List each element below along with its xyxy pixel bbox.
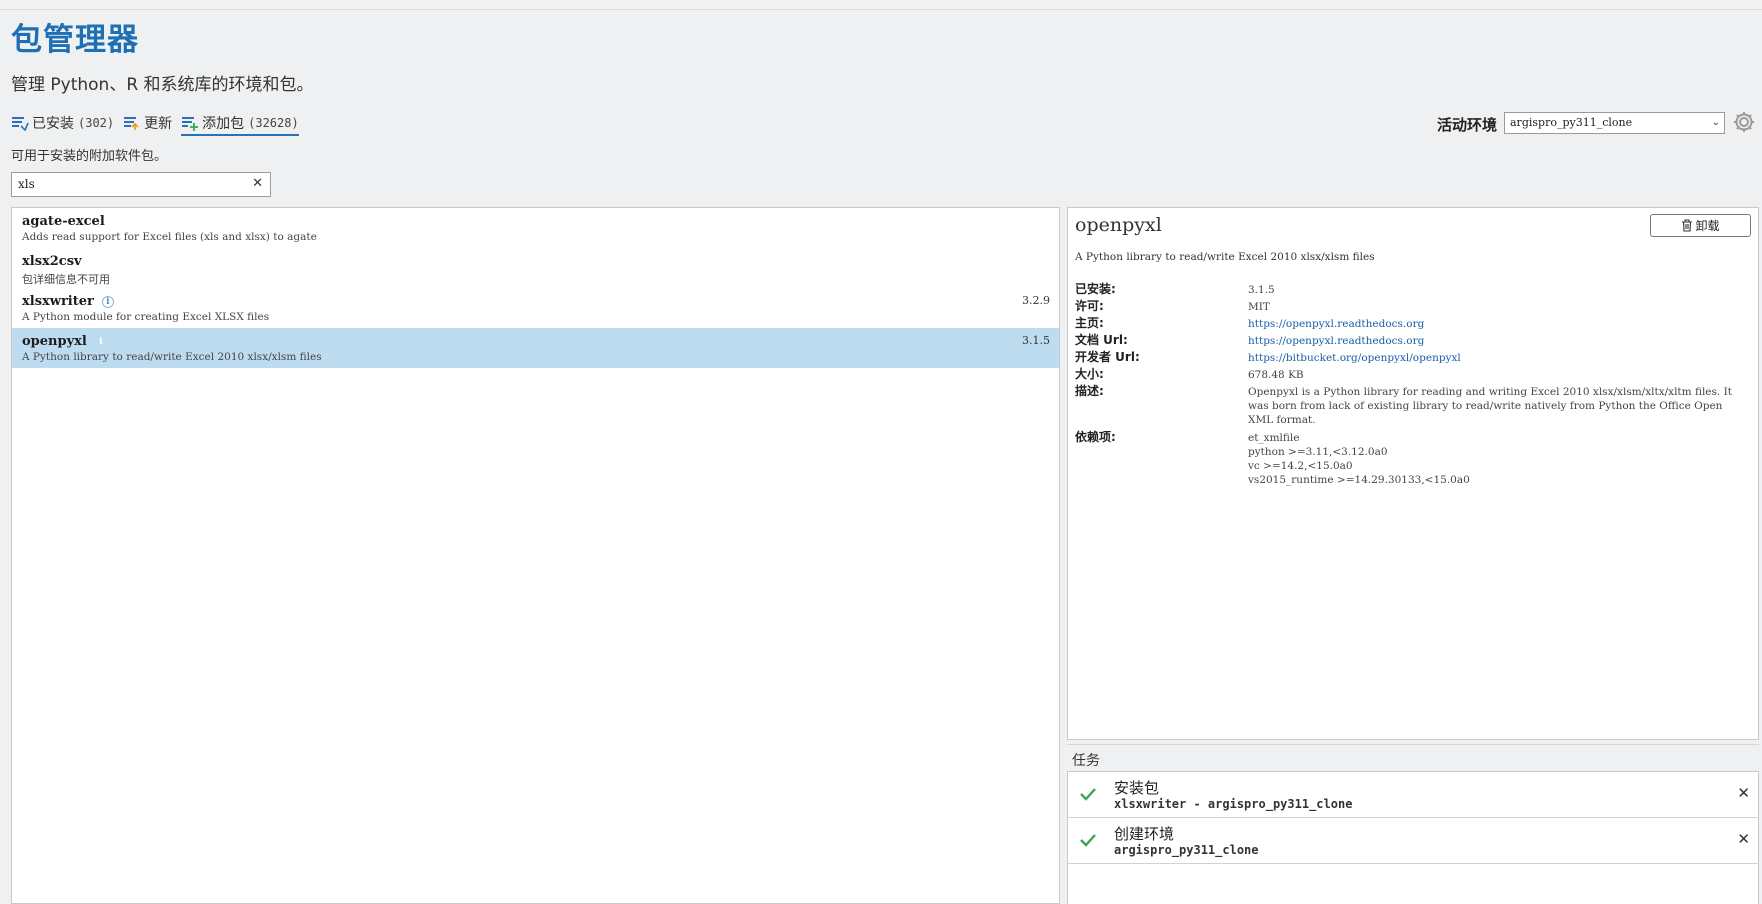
package-name: xlsxwriter (22, 294, 94, 309)
trash-icon (1682, 219, 1693, 232)
package-name-row: xlsxwriter i (22, 294, 1049, 309)
tab-updates[interactable]: 更新 (123, 113, 172, 136)
task-item: 创建环境 argispro_py311_clone ✕ (1068, 818, 1758, 864)
tab-installed-count: (302) (78, 115, 115, 130)
list-item[interactable]: agate-excel Adds read support for Excel … (12, 208, 1059, 248)
task-subtitle: argispro_py311_clone (1114, 843, 1259, 857)
update-list-icon (124, 116, 139, 130)
package-search-input[interactable]: xls ✕ (11, 172, 271, 197)
uninstall-button[interactable]: 卸载 (1650, 214, 1751, 237)
package-description: A Python library to read/write Excel 201… (22, 351, 322, 363)
dependency-item: vc >=14.2,<15.0a0 (1248, 460, 1353, 472)
task-item: 安装包 xlsxwriter - argispro_py311_clone ✕ (1068, 772, 1758, 818)
active-environment-label: 活动环境 (1437, 116, 1498, 134)
gear-icon[interactable] (1732, 110, 1756, 134)
prop-dependencies: 依赖项: et_xmlfile python >=3.11,<3.12.0a0 … (1075, 429, 1750, 487)
prop-description: 描述: Openpyxl is a Python library for rea… (1075, 384, 1732, 426)
info-icon[interactable]: i (101, 295, 114, 308)
package-description: 包详细信息不可用 (22, 273, 110, 286)
close-icon[interactable]: ✕ (1737, 784, 1750, 802)
checkmark-icon (1080, 788, 1096, 801)
prop-size: 大小: 678.48 KB (1075, 367, 1304, 381)
task-title: 安装包 (1114, 779, 1160, 797)
task-subtitle: xlsxwriter - argispro_py311_clone (1114, 797, 1353, 811)
dependency-item: et_xmlfile (1248, 432, 1300, 444)
package-version: 3.1.5 (1022, 334, 1050, 347)
package-name: agate-excel (22, 214, 105, 229)
available-packages-hint: 可用于安装的附加软件包。 (11, 149, 168, 164)
homepage-link[interactable]: https://openpyxl.readthedocs.org (1248, 315, 1750, 332)
search-value: xls (18, 177, 35, 191)
package-description: Adds read support for Excel files (xls a… (22, 231, 317, 243)
package-name: xlsx2csv (22, 254, 82, 269)
dev-url-link[interactable]: https://bitbucket.org/openpyxl/openpyxl (1248, 349, 1750, 366)
package-name: openpyxl (22, 334, 87, 349)
clear-search-icon[interactable]: ✕ (252, 176, 263, 191)
list-item-selected[interactable]: openpyxl i A Python library to read/writ… (12, 328, 1059, 368)
prop-dev-url: 开发者 Url: https://bitbucket.org/openpyxl/… (1075, 349, 1750, 366)
prop-doc-url: 文档 Url: https://openpyxl.readthedocs.org (1075, 332, 1750, 349)
chevron-down-icon: ⌄ (1711, 117, 1720, 128)
package-list: agate-excel Adds read support for Excel … (11, 207, 1060, 904)
tab-installed-label: 已安装 (32, 115, 74, 132)
detail-summary: A Python library to read/write Excel 201… (1075, 251, 1375, 263)
package-tabs: 已安装 (302) 更新 添加包 (32628) (11, 112, 308, 136)
list-item[interactable]: xlsx2csv 包详细信息不可用 (12, 248, 1059, 288)
doc-url-link[interactable]: https://openpyxl.readthedocs.org (1248, 332, 1750, 349)
tab-add-packages[interactable]: 添加包 (32628) (181, 113, 299, 136)
tasks-divider (1067, 744, 1759, 745)
detail-properties: 已安装: 3.1.5 许可: MIT 主页: https://openpyxl.… (1075, 281, 1750, 487)
package-version: 3.2.9 (1022, 294, 1050, 307)
tasks-list: 安装包 xlsxwriter - argispro_py311_clone ✕ … (1067, 771, 1759, 904)
window-top-strip (0, 0, 1762, 10)
installed-list-icon (12, 116, 29, 131)
active-environment-dropdown[interactable]: argispro_py311_clone ⌄ (1504, 112, 1725, 134)
info-icon[interactable]: i (95, 336, 107, 348)
prop-installed: 已安装: 3.1.5 (1075, 282, 1275, 296)
prop-homepage: 主页: https://openpyxl.readthedocs.org (1075, 315, 1750, 332)
tab-installed[interactable]: 已安装 (302) (11, 113, 114, 136)
list-item[interactable]: xlsxwriter i A Python module for creatin… (12, 288, 1059, 328)
detail-package-name: openpyxl (1075, 214, 1162, 236)
tab-add-packages-count: (32628) (248, 115, 299, 130)
close-icon[interactable]: ✕ (1737, 830, 1750, 848)
prop-license: 许可: MIT (1075, 299, 1270, 313)
active-environment-value: argispro_py311_clone (1510, 116, 1633, 129)
page-subtitle: 管理 Python、R 和系统库的环境和包。 (11, 75, 314, 95)
task-title: 创建环境 (1114, 825, 1175, 843)
package-name-row: openpyxl i (22, 334, 1049, 349)
add-package-icon (182, 116, 199, 131)
uninstall-label: 卸载 (1695, 219, 1720, 233)
package-detail-panel: openpyxl 卸载 A Python library to read/wri… (1067, 207, 1759, 740)
dependency-item: vs2015_runtime >=14.29.30133,<15.0a0 (1248, 474, 1470, 486)
dependency-item: python >=3.11,<3.12.0a0 (1248, 446, 1388, 458)
checkmark-icon (1080, 834, 1096, 847)
tab-add-packages-label: 添加包 (202, 115, 245, 132)
tasks-header: 任务 (1072, 753, 1100, 769)
tab-updates-label: 更新 (144, 115, 173, 132)
page-title: 包管理器 (11, 22, 139, 58)
package-description: A Python module for creating Excel XLSX … (22, 311, 270, 323)
